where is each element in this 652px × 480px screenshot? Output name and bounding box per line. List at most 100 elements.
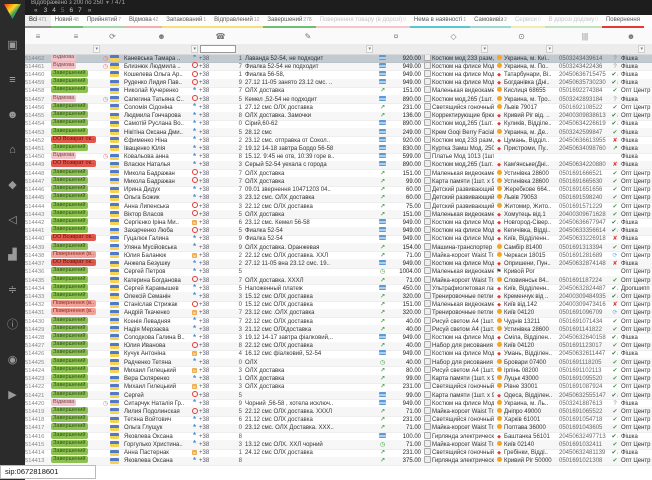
clients-icon[interactable]: ☻ <box>124 32 199 41</box>
info-icon[interactable]: ⓘ <box>0 313 25 337</box>
phone-number[interactable]: +38 <box>199 301 233 309</box>
status-tab[interactable]: Прийнятий7 <box>83 15 125 28</box>
manager-icon[interactable]: ☻ <box>616 32 646 41</box>
phone-number[interactable]: +38 <box>199 244 233 252</box>
phone-number[interactable]: +38 <box>199 55 233 63</box>
phone-number[interactable]: +38 <box>199 129 233 137</box>
phone-number[interactable]: +38 <box>199 342 233 350</box>
orders-icon[interactable]: ≡ <box>0 68 25 92</box>
order-row[interactable]: 514413ЗавершенийЯковлева Оксана*+388↗375… <box>25 458 652 466</box>
phone-number[interactable]: +38 <box>199 79 233 87</box>
phone-number[interactable]: +38 <box>199 441 233 449</box>
phone-number[interactable]: +38 <box>199 112 233 120</box>
status-icon[interactable]: ≡ <box>51 32 101 41</box>
filter-dropdown-icon[interactable]: ▾ <box>191 45 198 53</box>
customers-icon[interactable]: ☻ <box>0 103 25 127</box>
page-button[interactable]: 4 <box>52 7 57 14</box>
filter-dropdown-icon[interactable]: ▾ <box>366 45 373 53</box>
phone-number[interactable]: +38 <box>199 87 233 95</box>
status-tab[interactable]: Відправлений12 <box>210 15 263 28</box>
phone-number[interactable]: +38 <box>199 170 233 178</box>
stats-icon[interactable]: ▟ <box>0 243 25 267</box>
refresh-icon[interactable]: ⟳ <box>101 32 124 41</box>
comment-icon[interactable]: ✎ <box>242 32 374 41</box>
status-tab[interactable]: В дорозі додому0 <box>545 15 602 28</box>
phone-number[interactable]: +38 <box>199 433 233 441</box>
announce-icon[interactable]: ◁ <box>0 208 25 232</box>
phone-number[interactable]: +38 <box>199 235 233 243</box>
dashboard-icon[interactable]: ▣ <box>0 33 25 57</box>
phone-number[interactable]: +38 <box>199 424 233 432</box>
phone-number[interactable]: +38 <box>199 194 233 202</box>
phone-number[interactable]: +38 <box>199 383 233 391</box>
phone-number[interactable]: +38 <box>199 268 233 276</box>
phone-number[interactable]: +38 <box>199 145 233 153</box>
phone-number[interactable]: +38 <box>199 359 233 367</box>
phone-number[interactable]: +38 <box>199 153 233 161</box>
phone-filter-input[interactable] <box>200 45 236 53</box>
status-tab[interactable]: Нема в наявності1 <box>410 15 470 28</box>
shop-icon[interactable]: ⌂ <box>0 138 25 162</box>
phone-number[interactable]: +38 <box>199 186 233 194</box>
page-button[interactable]: 7 <box>78 7 83 14</box>
page-button[interactable]: 3 <box>44 7 49 14</box>
status-tab[interactable]: Новий48 <box>51 15 83 28</box>
phone-number[interactable]: +38 <box>199 318 233 326</box>
phone-number[interactable]: +38 <box>199 408 233 416</box>
phone-number[interactable]: +38 <box>199 416 233 424</box>
phone-number[interactable]: +38 <box>199 161 233 169</box>
video-icon[interactable]: ▶ <box>0 383 25 407</box>
payment-icon[interactable]: ¤ <box>374 32 418 41</box>
phone-number[interactable]: +38 <box>199 211 233 219</box>
filter-dropdown-icon[interactable]: ▾ <box>546 45 553 53</box>
phone-number[interactable]: +38 <box>199 120 233 128</box>
filter-dropdown-icon[interactable]: ▾ <box>93 45 100 53</box>
phone-number[interactable]: +38 <box>199 227 233 235</box>
status-tab[interactable]: Завершений278 <box>263 15 315 28</box>
phone-number[interactable]: +38 <box>199 203 233 211</box>
phone-number[interactable]: +38 <box>199 326 233 334</box>
status-tab[interactable]: Всі471 <box>25 15 51 28</box>
status-tab[interactable]: Повернення <box>602 15 644 28</box>
location-icon[interactable]: ⊙ <box>489 32 554 41</box>
filter-dropdown-icon[interactable]: ▾ <box>638 45 645 53</box>
tracking-icon[interactable]: ||| <box>554 32 616 41</box>
phone-number[interactable]: +38 <box>199 309 233 317</box>
phone-number[interactable]: +38 <box>199 104 233 112</box>
page-button[interactable]: 5 <box>61 7 66 14</box>
phone-number[interactable]: +38 <box>199 285 233 293</box>
page-button[interactable]: 6 <box>70 7 75 14</box>
phone-number[interactable]: +38 <box>199 350 233 358</box>
page-size-caret-icon[interactable]: ▼ <box>105 0 110 6</box>
first-page-button[interactable]: « <box>34 7 39 14</box>
rows-icon[interactable]: ≡ <box>25 32 51 41</box>
app-logo-icon[interactable] <box>4 4 21 19</box>
products-icon[interactable]: ◇ <box>418 32 489 41</box>
status-tab[interactable]: Самовивіз2 <box>470 15 511 28</box>
phone-number[interactable]: +38 <box>199 375 233 383</box>
status-tab[interactable]: Повернення товару (в дорозі)0 <box>316 15 410 28</box>
products-icon[interactable]: ◆ <box>0 173 25 197</box>
phone-number[interactable]: +38 <box>199 392 233 400</box>
filter-dropdown-icon[interactable]: ▾ <box>481 45 488 53</box>
phone-number[interactable]: +38 <box>199 260 233 268</box>
phone-number[interactable]: +38 <box>199 457 233 465</box>
last-page-button[interactable]: » <box>88 7 93 14</box>
phone-number[interactable]: +38 <box>199 137 233 145</box>
phone-number[interactable]: +38 <box>199 219 233 227</box>
phone-number[interactable]: +38 <box>199 178 233 186</box>
phone-number[interactable]: +38 <box>199 334 233 342</box>
phone-number[interactable]: +38 <box>199 63 233 71</box>
phone-number[interactable]: +38 <box>199 71 233 79</box>
phone-number[interactable]: +38 <box>199 367 233 375</box>
phone-number[interactable]: +38 <box>199 293 233 301</box>
phone-number[interactable]: +38 <box>199 277 233 285</box>
settings-icon[interactable]: ≑ <box>0 278 25 302</box>
status-tab[interactable]: Відмова42 <box>125 15 162 28</box>
phone-number[interactable]: +38 <box>199 449 233 457</box>
phone-icon[interactable]: ☎ <box>199 32 242 41</box>
phone-number[interactable]: +38 <box>199 96 233 104</box>
status-tab[interactable]: Сервіси0 <box>511 15 545 28</box>
phone-number[interactable]: +38 <box>199 252 233 260</box>
status-tab[interactable]: Запакований1 <box>162 15 210 28</box>
